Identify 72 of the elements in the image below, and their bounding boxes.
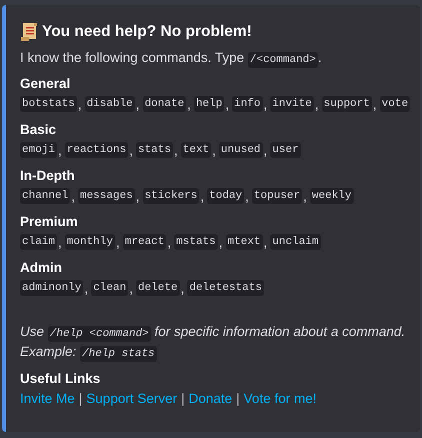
section-heading: In-Depth (20, 167, 76, 185)
section-heading: General (20, 75, 72, 93)
comma: , (129, 142, 133, 158)
comma: , (116, 234, 120, 250)
section-heading: Basic (20, 121, 58, 139)
help-note: Example: /help stats (20, 343, 158, 362)
comma: , (212, 142, 216, 158)
scroll-icon (20, 22, 38, 42)
command-code: donate (142, 96, 186, 112)
separator: | (78, 390, 82, 408)
command-code: unused (218, 142, 263, 158)
command-code: today (207, 188, 244, 204)
comma: , (58, 234, 62, 250)
command-code: topuser (252, 188, 302, 204)
comma: , (314, 96, 319, 112)
separator: | (236, 390, 240, 408)
comma: , (180, 280, 184, 296)
links-heading: Useful Links (20, 370, 102, 388)
link[interactable]: Invite Me (20, 389, 75, 409)
command-code: support (322, 96, 372, 112)
command-code: delete (136, 280, 180, 296)
comma: , (136, 96, 140, 112)
command-code: adminonly (20, 280, 84, 296)
command-code: invite (270, 96, 314, 112)
command-code: stats (136, 142, 173, 158)
command-code: emoji (20, 142, 58, 158)
link[interactable]: Vote for me! (244, 389, 316, 409)
comma: , (71, 188, 75, 204)
comma: , (187, 96, 191, 112)
comma: , (264, 234, 268, 250)
command-code: reactions (64, 142, 128, 158)
comma: , (84, 280, 88, 296)
help-note: Use /help <command> for specific information about a command. (20, 323, 406, 342)
command-code: weekly (310, 188, 354, 204)
section-heading: Premium (20, 213, 79, 231)
separator: | (181, 390, 185, 408)
comma: , (167, 234, 172, 250)
link[interactable]: Support Server (86, 389, 178, 409)
command-code: unclaim (270, 234, 321, 250)
command-code: mstats (174, 234, 218, 250)
command-code: help (194, 96, 224, 112)
command-code: botstats (20, 96, 77, 112)
command-code: clean (91, 280, 128, 296)
link[interactable]: Donate (188, 389, 232, 409)
comma: , (264, 96, 268, 112)
comma: , (129, 280, 133, 296)
comma: , (78, 96, 82, 112)
command-code: messages (78, 188, 135, 204)
comma: , (200, 188, 204, 204)
comma: , (218, 234, 223, 250)
command-code: monthly (64, 234, 115, 250)
command-code: text (180, 142, 212, 158)
command-code: deletestats (187, 280, 264, 296)
comma: , (225, 96, 230, 112)
comma: , (174, 142, 178, 158)
comma: , (58, 142, 62, 158)
command-code: channel (20, 188, 70, 204)
comma: , (245, 188, 249, 204)
command-code: claim (20, 234, 58, 250)
embed-title: You need help? No problem! (42, 23, 252, 41)
command-code: mreact (122, 234, 166, 250)
comma: , (372, 96, 377, 112)
command-code: info (232, 96, 263, 112)
command-code: disable (84, 96, 135, 112)
comma: , (264, 142, 268, 158)
command-code: vote (380, 96, 410, 112)
command-code: mtext (226, 234, 263, 250)
section-heading: Admin (20, 259, 63, 277)
comma: , (136, 188, 140, 204)
command-code: user (270, 142, 301, 158)
command-code: stickers (142, 188, 200, 204)
comma: , (303, 188, 307, 204)
